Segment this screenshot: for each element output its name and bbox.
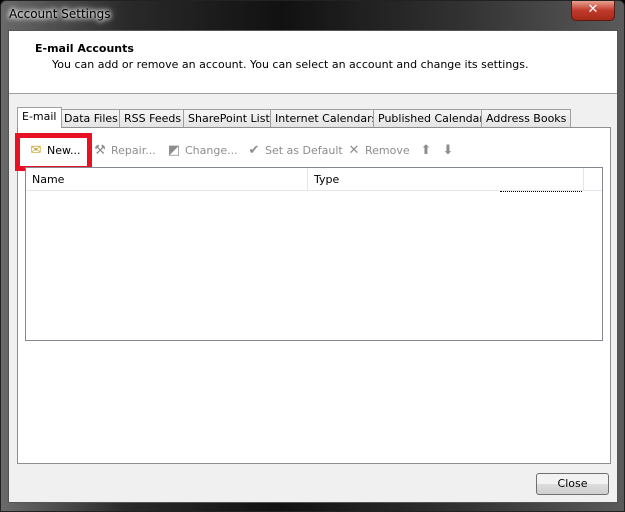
tab-rss-feeds[interactable]: RSS Feeds [119,109,187,128]
repair-button[interactable]: ⚒ Repair... [92,142,156,160]
column-header-type[interactable]: Type [308,168,584,191]
section-description: You can add or remove an account. You ca… [52,58,529,71]
change-icon: ◩ [167,143,181,158]
focus-dotted-line [500,191,582,192]
change-label: Change... [185,144,238,157]
close-button[interactable]: Close [536,473,609,495]
remove-button[interactable]: ✕ Remove [346,142,410,160]
tab-email[interactable]: E-mail [17,107,62,128]
check-circle-icon: ✔ [248,143,260,158]
list-header: Name Type [26,168,602,191]
tab-published-calendars[interactable]: Published Calendars [373,109,495,128]
move-down-button[interactable]: ⬇ [440,142,459,160]
email-tab-panel: ✉ New... ⚒ Repair... ◩ Change... ✔ Set as De… [15,127,611,464]
section-title: E-mail Accounts [35,42,134,55]
set-default-label: Set as Default [265,144,343,157]
remove-label: Remove [365,144,410,157]
repair-label: Repair... [111,144,156,157]
tab-address-books[interactable]: Address Books [481,109,572,128]
header-panel: E-mail Accounts You can add or remove an… [9,31,617,94]
new-mail-icon: ✉ [30,143,42,158]
tab-data-files[interactable]: Data Files [59,109,123,128]
dialog-client: E-mail Accounts You can add or remove an… [8,30,618,503]
arrow-up-icon: ⬆ [420,143,432,158]
account-settings-window: Account Settings ✕ E-mail Accounts You c… [0,0,625,512]
change-button[interactable]: ◩ Change... [166,142,238,160]
x-icon: ✕ [348,143,360,158]
accounts-list[interactable]: Name Type [25,167,603,341]
tools-icon: ⚒ [94,143,106,158]
window-title: Account Settings [9,7,111,21]
column-header-name[interactable]: Name [26,168,308,191]
tab-internet-calendars[interactable]: Internet Calendars [270,109,383,128]
move-up-button[interactable]: ⬆ [418,142,437,160]
new-account-button[interactable]: ✉ New... [28,142,81,160]
set-default-button[interactable]: ✔ Set as Default [246,142,343,160]
new-label: New... [47,144,81,157]
arrow-down-icon: ⬇ [442,143,454,158]
window-close-button[interactable]: ✕ [571,1,615,21]
tab-sharepoint-lists[interactable]: SharePoint Lists [183,109,281,128]
